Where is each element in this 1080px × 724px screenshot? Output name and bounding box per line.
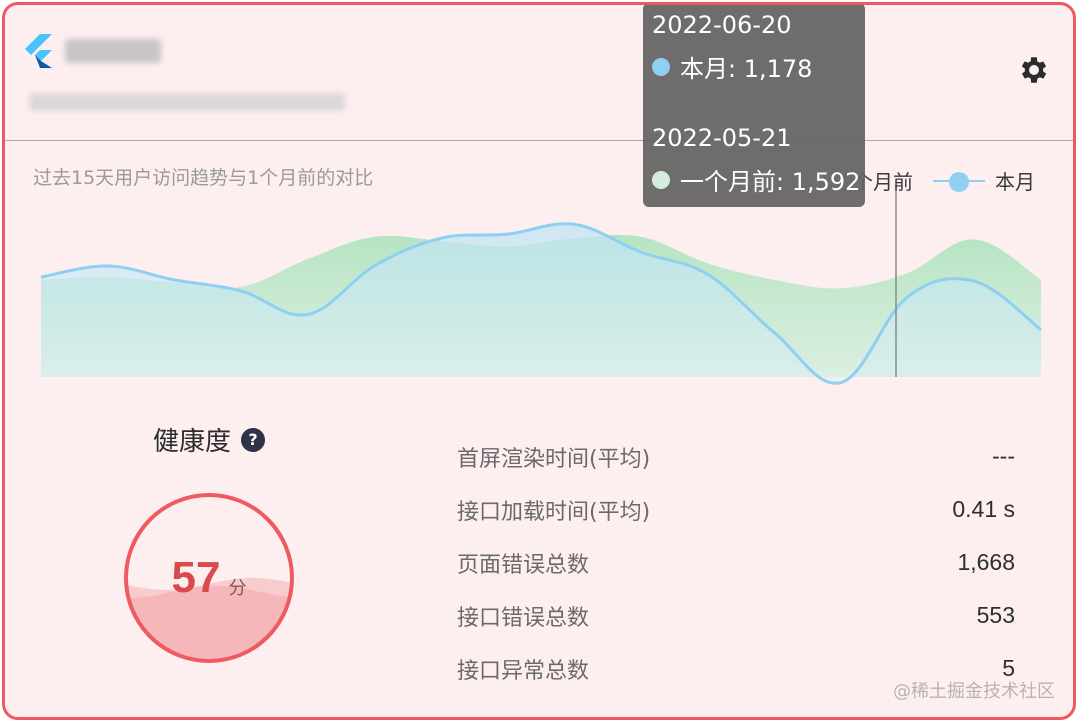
metric-value: 0.41 s bbox=[952, 496, 1015, 522]
app-card: 过去15天用户访问趋势与1个月前的对比 个月前 本月 2022-06-20 本月… bbox=[2, 2, 1076, 720]
watermark: @稀土掘金技术社区 bbox=[893, 681, 1055, 702]
health-score: 57 bbox=[171, 553, 221, 602]
tooltip-date-prev: 2022-05-21 bbox=[652, 124, 792, 152]
tooltip-date-current: 2022-06-20 bbox=[652, 11, 792, 39]
health-title-text: 健康度 bbox=[153, 427, 232, 457]
metric-value: 553 bbox=[976, 602, 1015, 628]
chart-legend[interactable]: 个月前 本月 bbox=[853, 166, 1035, 195]
metric-label: 接口错误总数 bbox=[457, 605, 590, 631]
legend-item-current[interactable]: 本月 bbox=[995, 166, 1035, 195]
metrics-list: 首屏渲染时间(平均) --- 接口加载时间(平均) 0.41 s 页面错误总数 1,668… bbox=[457, 430, 1015, 695]
tooltip-row-current: 本月: 1,178 bbox=[652, 49, 812, 84]
metric-row: 首屏渲染时间(平均) --- bbox=[457, 430, 1015, 483]
metric-row: 接口错误总数 553 bbox=[457, 589, 1015, 642]
metric-label: 页面错误总数 bbox=[457, 552, 590, 578]
metric-row: 页面错误总数 1,668 bbox=[457, 536, 1015, 589]
legend-swatch-current bbox=[933, 171, 985, 192]
current-dot-icon bbox=[652, 57, 670, 76]
tooltip-prev-value: 一个月前: 1,592 bbox=[680, 168, 861, 196]
tooltip-current-value: 本月: 1,178 bbox=[680, 55, 813, 83]
trend-chart[interactable] bbox=[5, 5, 1076, 405]
metric-label: 首屏渲染时间(平均) bbox=[457, 446, 651, 472]
metric-row: 接口加载时间(平均) 0.41 s bbox=[457, 483, 1015, 536]
help-icon[interactable]: ? bbox=[241, 427, 266, 452]
metric-label: 接口异常总数 bbox=[457, 658, 590, 684]
health-score-unit: 分 bbox=[228, 578, 247, 599]
metric-value: --- bbox=[992, 443, 1015, 469]
prev-dot-icon bbox=[652, 170, 670, 189]
tooltip-row-prev: 一个月前: 1,592 bbox=[652, 162, 860, 197]
metric-value: 1,668 bbox=[957, 549, 1015, 575]
chart-tooltip: 2022-06-20 本月: 1,178 2022-05-21 一个月前: 1,… bbox=[643, 5, 865, 207]
health-score-wrap: 57 分 bbox=[122, 491, 296, 665]
metric-label: 接口加载时间(平均) bbox=[457, 499, 651, 525]
health-title: 健康度 ? bbox=[153, 421, 266, 458]
